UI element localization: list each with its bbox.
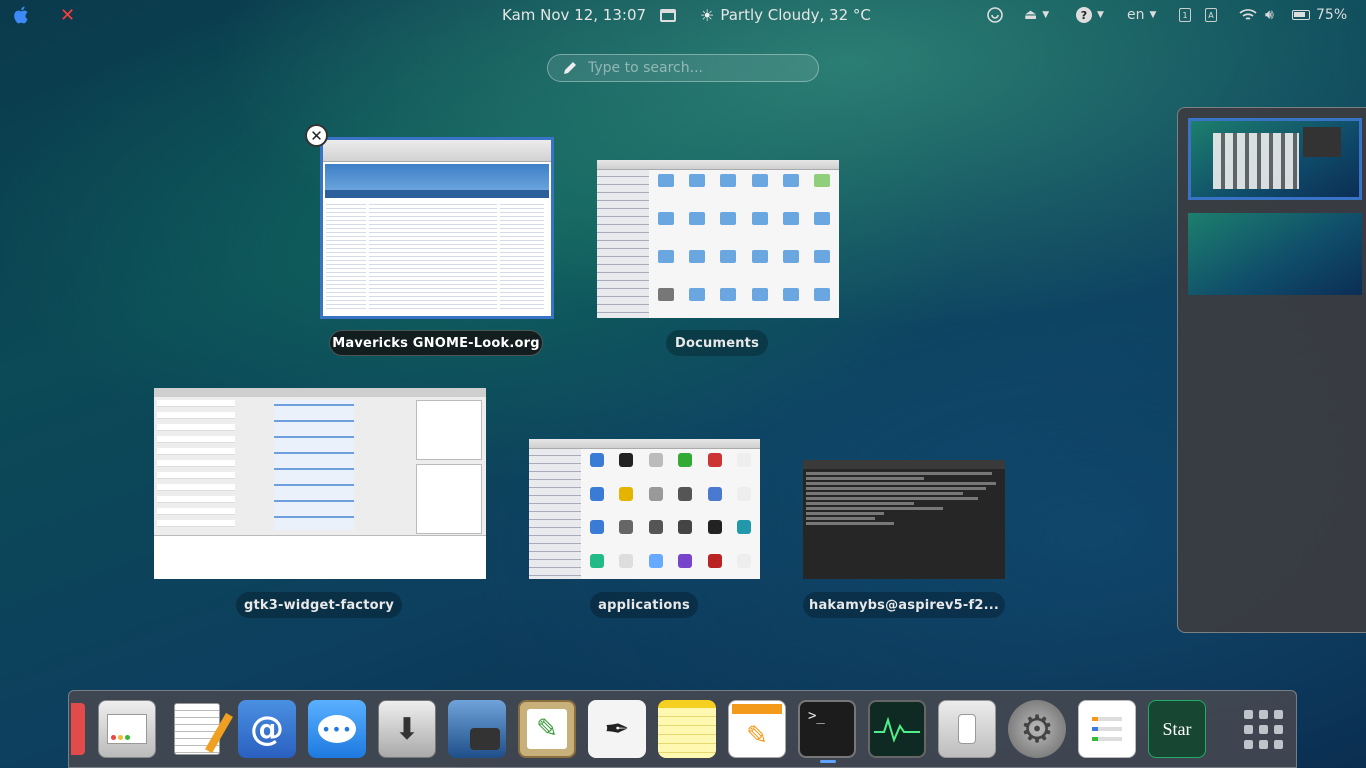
writer-app-icon[interactable]: ✎ — [728, 700, 786, 758]
reminders-app-icon[interactable] — [1078, 700, 1136, 758]
running-indicator — [820, 760, 836, 763]
help-menu[interactable]: ? ▼ — [1076, 0, 1104, 30]
workspace-switcher — [1177, 107, 1366, 633]
update-icon[interactable] — [986, 0, 1004, 30]
system-monitor-app-icon[interactable] — [98, 700, 156, 758]
eject-icon: ⏏ — [1024, 7, 1038, 23]
installer-app-icon[interactable]: ⬇ — [378, 700, 436, 758]
calendar-icon[interactable] — [660, 0, 676, 30]
workspace-1[interactable] — [1188, 118, 1362, 200]
messages-app-icon[interactable]: ••• — [308, 700, 366, 758]
mail-app-icon[interactable]: @ — [238, 700, 296, 758]
battery-indicator[interactable]: 75% — [1292, 0, 1347, 30]
help-icon: ? — [1076, 7, 1092, 23]
wifi-icon[interactable] — [1239, 0, 1257, 30]
window-title-applications[interactable]: applications — [590, 592, 698, 618]
chevron-down-icon: ▼ — [1097, 10, 1104, 20]
keyboard-indicator-2[interactable]: A — [1205, 0, 1217, 30]
image-viewer-app-icon[interactable] — [448, 700, 506, 758]
language-menu[interactable]: en ▼ — [1127, 0, 1156, 30]
window-thumbnail-terminal[interactable] — [803, 460, 1005, 579]
window-title-documents[interactable]: Documents — [666, 330, 768, 356]
partly-cloudy-icon: ☀ — [700, 5, 715, 25]
close-window-button[interactable]: ✕ — [305, 124, 328, 147]
clock[interactable]: Kam Nov 12, 13:07 — [502, 0, 646, 30]
window-thumbnail-browser[interactable] — [320, 137, 554, 319]
drawing-app-icon[interactable]: ✎ — [518, 700, 576, 758]
window-title-browser[interactable]: Mavericks GNOME-Look.org — [329, 330, 543, 356]
search-box[interactable] — [547, 54, 819, 82]
settings-app-icon[interactable]: ⚙ — [1008, 700, 1066, 758]
dock-edge-app-icon[interactable] — [71, 703, 85, 755]
keyboard-indicator-2-label: A — [1205, 8, 1217, 22]
app-grid-icon — [1243, 709, 1283, 749]
workspace-2[interactable] — [1188, 213, 1362, 295]
keyboard-indicator-1-label: 1 — [1179, 8, 1191, 22]
chevron-down-icon: ▼ — [1042, 10, 1050, 20]
keyboard-indicator-1[interactable]: 1 — [1179, 0, 1191, 30]
terminal-app-icon[interactable]: >_ — [798, 700, 856, 758]
volume-icon[interactable]: 🔊︎ — [1265, 0, 1274, 30]
apple-icon[interactable] — [12, 0, 34, 30]
sketch-app-icon[interactable]: ✒ — [588, 700, 646, 758]
language-label: en — [1127, 7, 1145, 23]
weather-indicator[interactable]: ☀ Partly Cloudy, 32 °C — [700, 0, 871, 30]
stardict-app-icon[interactable]: Star — [1148, 700, 1206, 758]
window-thumbnail-documents[interactable] — [597, 160, 839, 318]
search-input[interactable] — [588, 60, 808, 76]
chevron-down-icon: ▼ — [1149, 10, 1157, 20]
activity-monitor-app-icon[interactable] — [868, 700, 926, 758]
text-editor-app-icon[interactable] — [168, 700, 233, 758]
weather-text: Partly Cloudy, 32 °C — [720, 6, 871, 24]
close-activities-icon[interactable]: ✕ — [60, 0, 75, 30]
window-thumbnail-applications[interactable] — [529, 439, 760, 579]
app-grid-button[interactable] — [1234, 700, 1292, 758]
battery-percent: 75% — [1316, 7, 1348, 23]
window-title-terminal[interactable]: hakamybs@aspirev5-f2... — [803, 592, 1005, 618]
stardict-label: Star — [1162, 718, 1192, 739]
window-title-widget-factory[interactable]: gtk3-widget-factory — [236, 592, 402, 618]
pencil-icon — [564, 62, 576, 74]
light-switch-app-icon[interactable] — [938, 700, 996, 758]
window-thumbnail-widget-factory[interactable] — [154, 388, 486, 579]
battery-icon — [1292, 10, 1310, 20]
eject-menu[interactable]: ⏏ ▼ — [1024, 0, 1049, 30]
notes-app-icon[interactable] — [658, 700, 716, 758]
dock: @ ••• ⬇ ✎ ✒ ✎ >_ ⚙ Star — [68, 690, 1297, 768]
top-panel: ✕ Kam Nov 12, 13:07 ☀ Partly Cloudy, 32 … — [0, 0, 1366, 30]
